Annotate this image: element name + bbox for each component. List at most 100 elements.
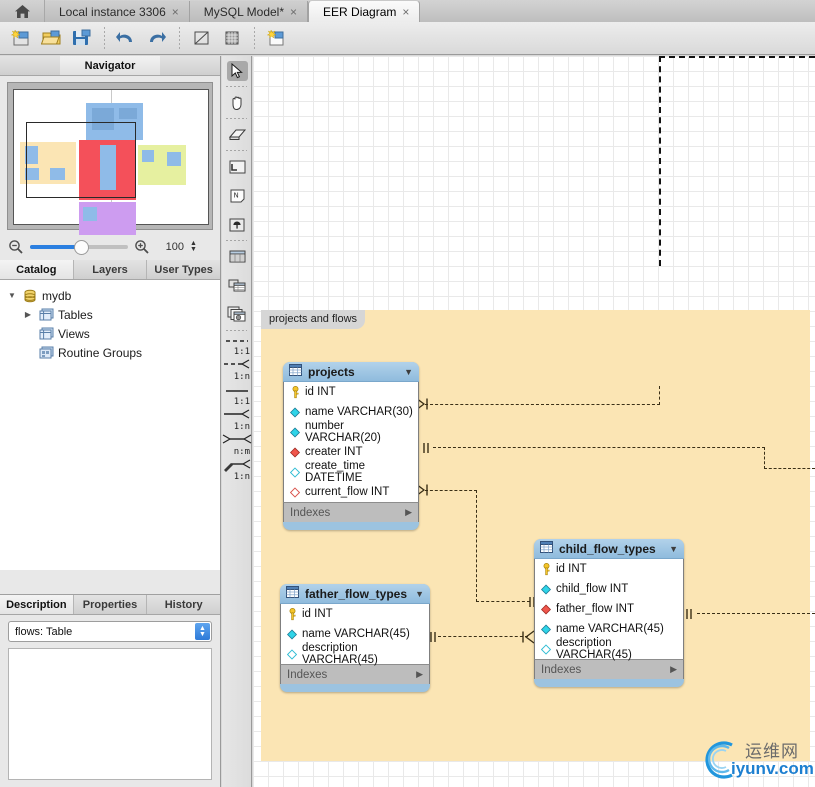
relation-1-1-non-identifying-button[interactable]: 1:1 bbox=[222, 382, 252, 407]
relation-n-m-button[interactable]: n:m bbox=[222, 432, 252, 457]
tab-close-icon[interactable]: × bbox=[172, 6, 179, 18]
chevron-right-icon[interactable]: ▶ bbox=[416, 669, 423, 680]
tab-label: MySQL Model* bbox=[203, 4, 285, 19]
tree-item-routine-groups[interactable]: Routine Groups bbox=[0, 343, 220, 362]
toggle-relationship-button[interactable] bbox=[188, 25, 216, 51]
image-tool-button[interactable] bbox=[222, 210, 252, 239]
tree-item-views[interactable]: Views bbox=[0, 324, 220, 343]
eraser-tool-button[interactable] bbox=[222, 120, 252, 149]
table-header-father-flow-types[interactable]: father_flow_types ▼ bbox=[280, 584, 430, 604]
tree-item-tables[interactable]: ▶ Tables bbox=[0, 305, 220, 324]
tab-history[interactable]: History bbox=[147, 595, 220, 614]
table-column[interactable]: id INT bbox=[281, 604, 429, 624]
table-figure-child-flow-types[interactable]: child_flow_types ▼ id INT child_flow INT… bbox=[534, 539, 684, 687]
expander-icon[interactable]: ▼ bbox=[6, 291, 18, 300]
relationship-line-projects-top-h[interactable] bbox=[425, 404, 660, 405]
routine-group-tool-button[interactable] bbox=[222, 300, 252, 329]
navigator-viewport[interactable] bbox=[26, 122, 136, 198]
relationship-line-currentflow-v[interactable] bbox=[476, 490, 477, 602]
table-column[interactable]: name VARCHAR(45) bbox=[535, 619, 683, 639]
tab-catalog[interactable]: Catalog bbox=[0, 260, 74, 279]
chevron-down-icon[interactable]: ▼ bbox=[415, 589, 424, 599]
tree-item-mydb[interactable]: ▼ mydb bbox=[0, 286, 220, 305]
select-tool-button[interactable] bbox=[222, 56, 252, 85]
tab-local-instance-3306[interactable]: Local instance 3306 × bbox=[45, 1, 190, 22]
relationship-line-projects-creater-h[interactable] bbox=[433, 447, 765, 448]
object-selector-dropdown[interactable]: flows: Table ▲ ▼ bbox=[8, 621, 212, 642]
table-figure-projects[interactable]: projects ▼ id INT name VARCHAR(30) numbe… bbox=[283, 362, 419, 530]
zoom-slider[interactable] bbox=[30, 240, 128, 255]
zoom-stepper-down[interactable]: ▼ bbox=[190, 246, 197, 253]
tab-layers[interactable]: Layers bbox=[74, 260, 148, 279]
new-diagram-button[interactable] bbox=[263, 25, 291, 51]
table-column[interactable]: creater INT bbox=[284, 442, 418, 462]
note-tool-button[interactable]: N bbox=[222, 181, 252, 210]
relation-1-n-non-identifying-button[interactable]: 1:n bbox=[222, 407, 252, 432]
relationship-line-projects-top-v[interactable] bbox=[659, 386, 660, 405]
indexes-label: Indexes bbox=[290, 506, 331, 519]
relation-1-n-identifying-button[interactable]: 1:n bbox=[222, 357, 252, 382]
save-model-button[interactable] bbox=[68, 25, 96, 51]
relation-1-1-identifying-button[interactable]: 1:1 bbox=[222, 332, 252, 357]
table-figure-father-flow-types[interactable]: father_flow_types ▼ id INT name VARCHAR(… bbox=[280, 584, 430, 692]
hand-tool-button[interactable] bbox=[222, 88, 252, 117]
table-column[interactable]: child_flow INT bbox=[535, 579, 683, 599]
table-column[interactable]: description VARCHAR(45) bbox=[281, 642, 429, 666]
new-model-button[interactable] bbox=[8, 25, 36, 51]
relationship-line-projects-creater-h2[interactable] bbox=[764, 468, 815, 469]
table-tool-button[interactable] bbox=[222, 242, 252, 271]
table-indexes-row-projects[interactable]: Indexes ▶ bbox=[283, 502, 419, 522]
zoom-in-icon[interactable] bbox=[134, 239, 150, 255]
primary-key-icon bbox=[287, 607, 297, 621]
chevron-updown-icon[interactable]: ▲ ▼ bbox=[195, 623, 210, 640]
relation-pick-1-n-button[interactable]: 1:n bbox=[222, 457, 252, 482]
layer-tool-button[interactable] bbox=[222, 152, 252, 181]
tab-properties[interactable]: Properties bbox=[74, 595, 148, 614]
relationship-line-father-child-h[interactable] bbox=[438, 636, 528, 637]
zoom-stepper[interactable]: ▲ ▼ bbox=[190, 240, 197, 253]
palette-separator bbox=[226, 240, 247, 241]
undo-button[interactable] bbox=[113, 25, 141, 51]
tool-palette: N 1:1 1:n 1:1 1:n n:m 1:n bbox=[222, 56, 252, 787]
tab-description[interactable]: Description bbox=[0, 595, 74, 614]
watermark: 运维网 iyunv.com bbox=[699, 735, 814, 783]
relationship-line-projects-creater-v[interactable] bbox=[764, 447, 765, 469]
tab-mysql-model[interactable]: MySQL Model* × bbox=[189, 1, 309, 22]
table-column[interactable]: name VARCHAR(30) bbox=[284, 402, 418, 422]
description-text-area[interactable] bbox=[8, 648, 212, 780]
table-column[interactable]: id INT bbox=[284, 382, 418, 402]
chevron-down-icon[interactable]: ▼ bbox=[404, 367, 413, 377]
chevron-down-icon[interactable]: ▼ bbox=[669, 544, 678, 554]
tab-close-icon[interactable]: × bbox=[402, 6, 409, 18]
tab-eer-diagram[interactable]: EER Diagram × bbox=[308, 0, 421, 22]
tab-close-icon[interactable]: × bbox=[290, 6, 297, 18]
relationship-line-currentflow-h2[interactable] bbox=[476, 601, 530, 602]
navigator-panel[interactable] bbox=[0, 76, 220, 235]
chevron-right-icon[interactable]: ▶ bbox=[670, 664, 677, 675]
expander-icon[interactable]: ▶ bbox=[22, 310, 34, 319]
table-header-projects[interactable]: projects ▼ bbox=[283, 362, 419, 382]
table-column[interactable]: current_flow INT bbox=[284, 482, 418, 502]
table-column[interactable]: id INT bbox=[535, 559, 683, 579]
view-tool-button[interactable] bbox=[222, 271, 252, 300]
chevron-right-icon[interactable]: ▶ bbox=[405, 507, 412, 518]
tab-user-types[interactable]: User Types bbox=[147, 260, 220, 279]
table-indexes-row-child-flow-types[interactable]: Indexes ▶ bbox=[534, 659, 684, 679]
relationship-line-child-right-h[interactable] bbox=[697, 613, 815, 614]
table-column[interactable]: create_time DATETIME bbox=[284, 460, 418, 484]
table-header-child-flow-types[interactable]: child_flow_types ▼ bbox=[534, 539, 684, 559]
table-column[interactable]: father_flow INT bbox=[535, 599, 683, 619]
table-column[interactable]: name VARCHAR(45) bbox=[281, 624, 429, 644]
eer-diagram-canvas[interactable]: projects and flows projects ▼ id INT nam… bbox=[253, 56, 815, 787]
toggle-grid-button[interactable] bbox=[218, 25, 246, 51]
table-indexes-row-father-flow-types[interactable]: Indexes ▶ bbox=[280, 664, 430, 684]
zoom-out-icon[interactable] bbox=[8, 239, 24, 255]
table-column[interactable]: description VARCHAR(45) bbox=[535, 637, 683, 661]
redo-button[interactable] bbox=[143, 25, 171, 51]
table-column[interactable]: number VARCHAR(20) bbox=[284, 420, 418, 444]
layer-title[interactable]: projects and flows bbox=[261, 310, 366, 329]
zoom-slider-handle[interactable] bbox=[74, 240, 89, 255]
home-button[interactable] bbox=[0, 0, 45, 22]
navigator-canvas[interactable] bbox=[7, 82, 213, 235]
open-model-button[interactable] bbox=[38, 25, 66, 51]
